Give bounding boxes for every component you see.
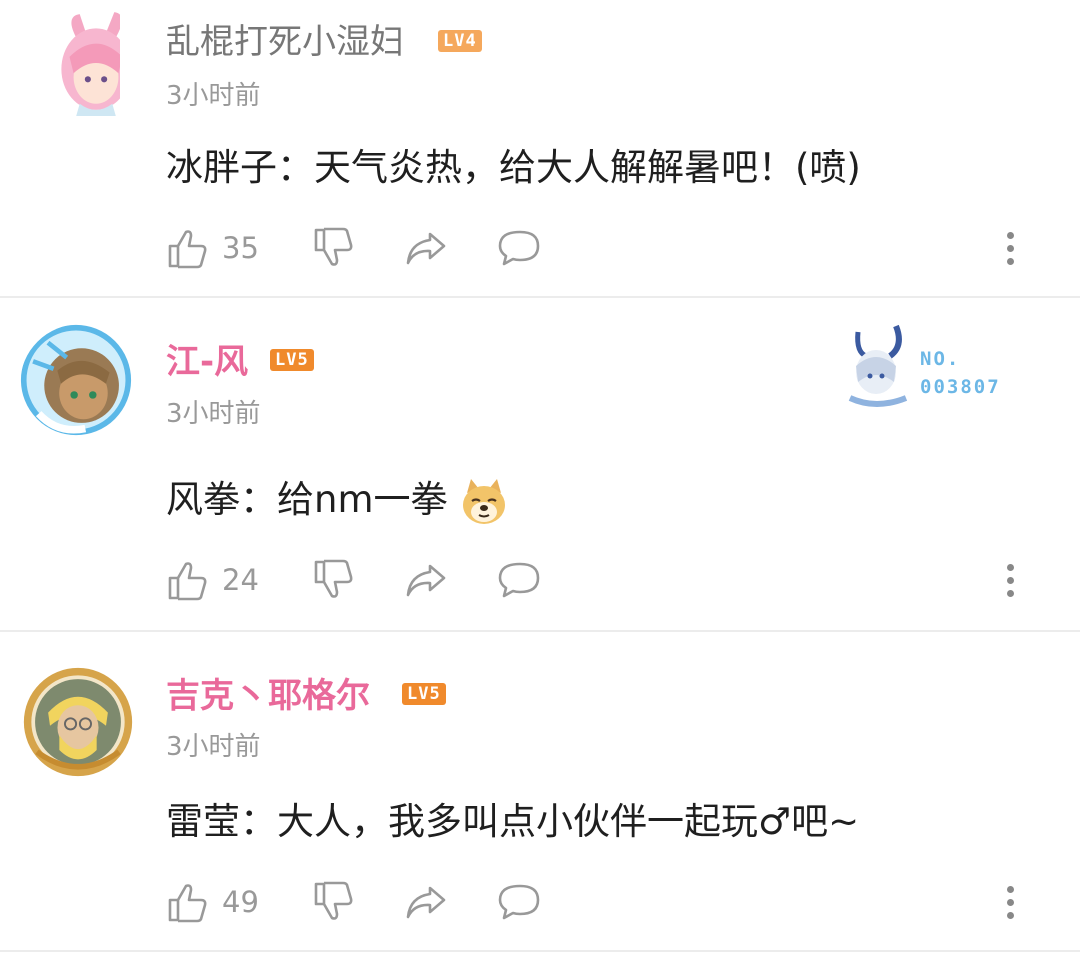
share-button[interactable] — [404, 558, 448, 602]
fan-badge: NO. 003807 — [836, 322, 1016, 412]
avatar[interactable] — [40, 6, 120, 116]
comment-actions: 49 — [166, 880, 1066, 926]
comment-actions: 35 — [166, 226, 1066, 272]
comment-text: 雷莹：大人，我多叫点小伙伴一起玩♂吧~ — [166, 800, 860, 843]
reply-button[interactable] — [498, 226, 542, 270]
more-icon[interactable] — [998, 558, 1022, 602]
dislike-button[interactable] — [312, 880, 356, 924]
dislike-button[interactable] — [312, 226, 356, 270]
avatar[interactable] — [20, 324, 140, 444]
comment-text: 冰胖子：天气炎热，给大人解解暑吧！(喷) — [166, 146, 861, 189]
dislike-icon — [314, 881, 353, 920]
fan-badge-label: NO. — [920, 348, 961, 370]
level-badge: LV5 — [402, 683, 446, 705]
reply-button[interactable] — [498, 558, 542, 602]
avatar[interactable] — [22, 666, 142, 786]
share-icon — [406, 232, 446, 265]
dislike-button[interactable] — [312, 558, 356, 602]
comment-actions: 24 — [166, 558, 1066, 604]
like-icon — [168, 230, 207, 269]
share-button[interactable] — [404, 880, 448, 924]
doge-icon — [463, 478, 506, 524]
like-button[interactable]: 35 — [166, 226, 259, 270]
more-icon[interactable] — [998, 880, 1022, 924]
divider — [0, 950, 1080, 952]
like-button[interactable]: 49 — [166, 880, 259, 924]
share-icon — [406, 564, 446, 597]
like-button[interactable]: 24 — [166, 558, 259, 602]
fan-badge-number: 003807 — [920, 376, 1001, 398]
avatar-image — [23, 667, 133, 777]
avatar-image — [20, 324, 132, 436]
reply-button[interactable] — [498, 880, 542, 924]
timestamp: 3小时前 — [166, 399, 261, 429]
like-count: 49 — [222, 885, 259, 919]
username[interactable]: 乱棍打死小湿妇 — [166, 20, 404, 64]
like-count: 35 — [222, 231, 259, 265]
more-icon[interactable] — [998, 226, 1022, 270]
avatar-image — [61, 12, 120, 116]
timestamp: 3小时前 — [166, 81, 261, 111]
comment-item: 吉克丶耶格尔 LV5 3小时前 雷莹：大人，我多叫点小伙伴一起玩♂吧~ 49 — [0, 632, 1080, 950]
reply-icon — [498, 562, 540, 598]
like-icon — [168, 884, 207, 923]
reply-icon — [498, 884, 540, 920]
level-badge: LV5 — [270, 349, 314, 371]
comment-text-body: 风拳：给nm一拳 — [166, 478, 448, 521]
username[interactable]: 吉克丶耶格尔 — [166, 674, 370, 718]
comment-text: 风拳：给nm一拳 — [166, 476, 509, 527]
comment-item: 乱棍打死小湿妇 LV4 3小时前 冰胖子：天气炎热，给大人解解暑吧！(喷) 35 — [0, 0, 1080, 296]
share-icon — [406, 886, 446, 919]
reply-icon — [498, 230, 540, 266]
level-badge: LV4 — [438, 30, 482, 52]
dislike-icon — [314, 559, 353, 598]
like-count: 24 — [222, 563, 259, 597]
like-icon — [168, 562, 207, 601]
fan-badge-character — [848, 324, 908, 407]
username[interactable]: 江-风 — [166, 340, 248, 384]
share-button[interactable] — [404, 226, 448, 270]
dislike-icon — [314, 227, 353, 266]
timestamp: 3小时前 — [166, 732, 261, 762]
